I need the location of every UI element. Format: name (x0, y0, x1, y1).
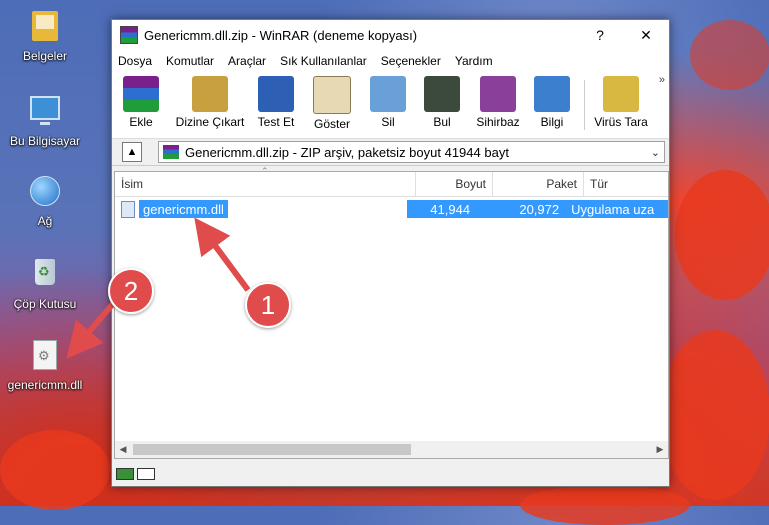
desktop-icon-label: Çöp Kutusu (13, 297, 77, 311)
add-archive-icon (123, 76, 159, 112)
virus-scan-icon (603, 76, 639, 112)
toolbar-separator (584, 80, 585, 130)
network-icon (29, 176, 61, 208)
toolbar-label: Ekle (129, 115, 153, 129)
leaf-decoration (675, 170, 769, 300)
drive-icon (116, 468, 134, 480)
test-button[interactable]: Test Et (250, 76, 302, 129)
horizontal-scrollbar[interactable]: ◀ ▶ (114, 441, 669, 459)
up-folder-button[interactable]: ▲ (122, 142, 142, 162)
extract-icon (192, 76, 228, 112)
desktop-icon-label: Bu Bilgisayar (9, 134, 81, 148)
computer-icon (29, 96, 61, 128)
find-icon (424, 76, 460, 112)
scroll-thumb[interactable] (133, 444, 411, 455)
path-combo[interactable]: Genericmm.dll.zip - ZIP arşiv, paketsiz … (158, 141, 665, 163)
delete-button[interactable]: Sil (362, 76, 414, 129)
delete-icon (370, 76, 406, 112)
view-button[interactable]: Göster (302, 76, 362, 131)
callout-badge-two: 2 (108, 268, 154, 314)
file-icon (121, 200, 135, 218)
menu-bar: Dosya Komutlar Araçlar Sık Kullanılanlar… (112, 50, 669, 72)
toolbar-label: Virüs Tara (594, 115, 648, 129)
leaf-decoration (660, 330, 769, 500)
toolbar-label: Sihirbaz (476, 115, 520, 129)
up-arrow-icon: ▲ (126, 146, 138, 158)
archive-icon (163, 145, 179, 159)
toolbar-label: Bul (433, 115, 451, 129)
menu-yardim[interactable]: Yardım (455, 54, 493, 68)
file-packed: 20,972 (476, 200, 566, 218)
scroll-left-icon[interactable]: ◀ (115, 441, 131, 458)
extract-button[interactable]: Dizine Çıkart (170, 76, 250, 129)
path-bar: ▲ Genericmm.dll.zip - ZIP arşiv, paketsi… (112, 139, 669, 166)
leaf-decoration (520, 485, 690, 525)
column-size[interactable]: Boyut (416, 172, 493, 196)
status-bar (112, 462, 669, 486)
toolbar-label: Bilgi (540, 115, 564, 129)
file-name: genericmm.dll (139, 200, 228, 218)
info-button[interactable]: Bilgi (526, 76, 578, 129)
winrar-app-icon (120, 26, 138, 44)
desktop-icon-label: Ağ (37, 214, 53, 228)
desktop-icon-bu-bilgisayar[interactable]: Bu Bilgisayar (2, 92, 88, 148)
wizard-icon (480, 76, 516, 112)
callout-badge-one: 1 (245, 282, 291, 328)
menu-secenekler[interactable]: Seçenekler (381, 54, 441, 68)
recycle-bin-icon (29, 259, 61, 291)
leaf-decoration (690, 20, 769, 90)
menu-sik-kullanilanlar[interactable]: Sık Kullanılanlar (280, 54, 367, 68)
file-size: 41,944 (406, 200, 477, 218)
dll-file-icon (29, 340, 61, 372)
window-title: Genericmm.dll.zip - WinRAR (deneme kopya… (144, 27, 418, 43)
file-type: Uygulama uza (565, 200, 669, 218)
help-button[interactable]: ? (578, 20, 622, 50)
scroll-right-icon[interactable]: ▶ (652, 441, 668, 458)
menu-araclar[interactable]: Araçlar (228, 54, 266, 68)
menu-komutlar[interactable]: Komutlar (166, 54, 214, 68)
test-icon (258, 76, 294, 112)
desktop-icon-belgeler[interactable]: Belgeler (2, 10, 88, 63)
folder-icon (29, 11, 61, 43)
info-icon (534, 76, 570, 112)
view-icon (313, 76, 351, 114)
file-name-cell: genericmm.dll (121, 200, 407, 218)
toolbar-label: Test Et (257, 115, 295, 129)
toolbar: Ekle Dizine Çıkart Test Et Göster Sil Bu… (112, 72, 669, 139)
wizard-button[interactable]: Sihirbaz (470, 76, 526, 129)
key-icon (137, 468, 155, 480)
menu-dosya[interactable]: Dosya (118, 54, 152, 68)
column-type[interactable]: Tür (584, 172, 668, 196)
archive-path: Genericmm.dll.zip - ZIP arşiv, paketsiz … (185, 144, 509, 160)
close-button[interactable]: ✕ (624, 20, 668, 50)
desktop-icon-label: genericmm.dll (7, 378, 83, 392)
virus-scan-button[interactable]: Virüs Tara (591, 76, 651, 129)
toolbar-label: Sil (381, 115, 395, 129)
desktop-icon-cop-kutusu[interactable]: Çöp Kutusu (2, 256, 88, 311)
file-list: ⌃ İsim Boyut Paket Tür genericmm.dll 41,… (114, 166, 669, 443)
desktop-icon-genericmm-dll[interactable]: genericmm.dll (2, 338, 88, 392)
winrar-window: Genericmm.dll.zip - WinRAR (deneme kopya… (111, 19, 670, 487)
list-header: ⌃ İsim Boyut Paket Tür (115, 166, 668, 197)
sort-indicator-icon: ⌃ (261, 166, 269, 176)
table-row[interactable]: genericmm.dll 41,944 20,972 Uygulama uza (121, 200, 669, 218)
title-bar[interactable]: Genericmm.dll.zip - WinRAR (deneme kopya… (112, 20, 669, 50)
toolbar-more-icon[interactable]: » (659, 74, 665, 86)
column-packed[interactable]: Paket (493, 172, 584, 196)
desktop-icon-label: Belgeler (22, 49, 68, 63)
toolbar-label: Göster (313, 117, 350, 131)
toolbar-label: Dizine Çıkart (175, 115, 245, 129)
desktop-icon-ag[interactable]: Ağ (2, 174, 88, 228)
leaf-decoration (0, 430, 110, 510)
add-button[interactable]: Ekle (112, 76, 170, 129)
find-button[interactable]: Bul (414, 76, 470, 129)
chevron-down-icon[interactable]: ⌄ (651, 146, 660, 159)
